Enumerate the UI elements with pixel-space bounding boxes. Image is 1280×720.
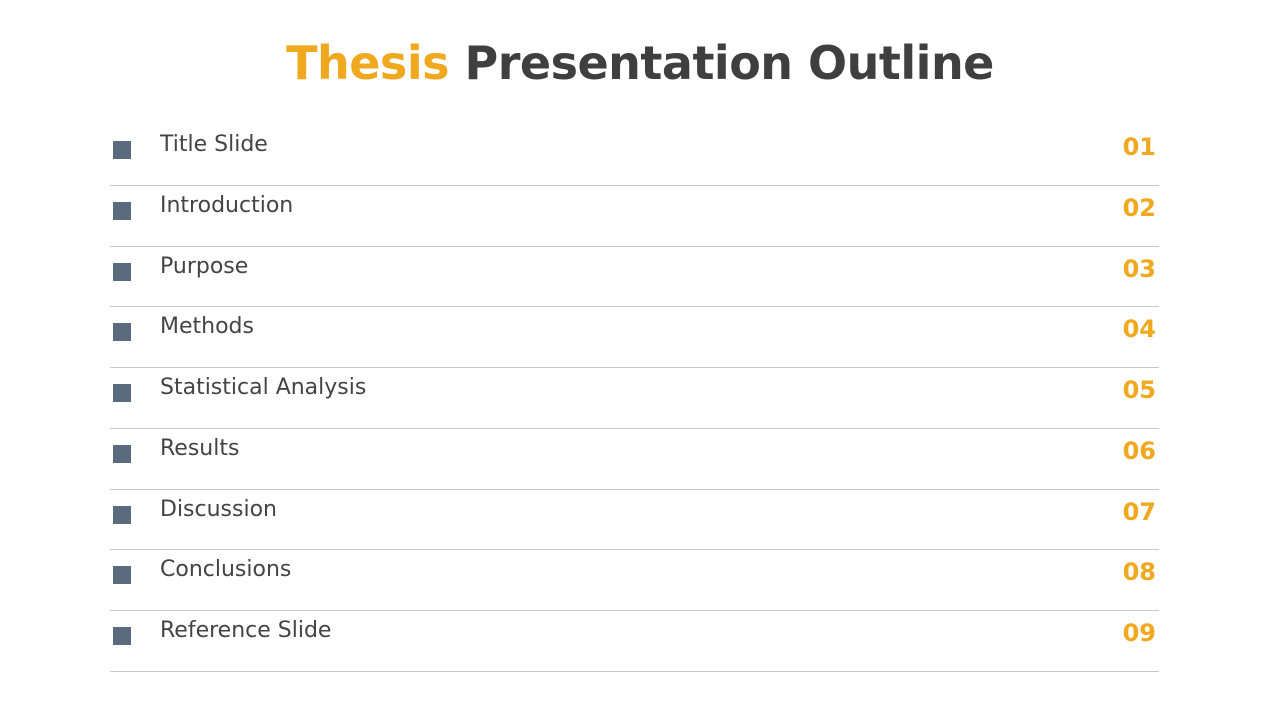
square-bullet-icon — [113, 384, 131, 402]
slide-title: Thesis Presentation Outline — [0, 36, 1280, 90]
outline-item-label: Discussion — [160, 496, 277, 522]
outline-item-label: Statistical Analysis — [160, 375, 367, 400]
outline-item-number: 06 — [1122, 436, 1156, 465]
outline-item-number: 09 — [1122, 619, 1156, 647]
square-bullet-icon — [113, 444, 131, 463]
square-bullet-icon — [113, 627, 131, 645]
outline-item-label: Purpose — [160, 253, 249, 279]
outline-item-label: Reference Slide — [160, 618, 332, 643]
outline-item: Conclusions 08 — [110, 550, 1159, 611]
outline-item: Discussion 07 — [110, 490, 1159, 551]
square-bullet-icon — [113, 323, 131, 342]
square-bullet-icon — [113, 262, 131, 281]
outline-item-number: 02 — [1122, 193, 1156, 222]
outline-item: Results 06 — [110, 429, 1159, 490]
outline-item-label: Title Slide — [160, 132, 268, 157]
outline-item-label: Introduction — [160, 192, 294, 218]
outline-list: Title Slide 01 Introduction 02 Purpose 03 M… — [110, 125, 1159, 672]
square-bullet-icon — [113, 201, 131, 220]
outline-item-number: 01 — [1122, 133, 1156, 161]
outline-item-label: Results — [160, 435, 240, 461]
outline-item-label: Methods — [160, 314, 254, 340]
outline-item: Reference Slide 09 — [110, 611, 1159, 672]
outline-item: Methods 04 — [110, 307, 1159, 368]
outline-item-number: 08 — [1122, 558, 1156, 587]
title-rest: Presentation Outline — [464, 36, 994, 90]
outline-item-number: 05 — [1122, 376, 1156, 404]
outline-item: Introduction 02 — [110, 186, 1159, 247]
outline-item-number: 07 — [1122, 497, 1156, 526]
title-accent: Thesis — [286, 36, 449, 90]
outline-item-label: Conclusions — [160, 557, 292, 583]
outline-item-number: 03 — [1122, 254, 1156, 283]
square-bullet-icon — [113, 141, 131, 159]
square-bullet-icon — [113, 505, 131, 524]
outline-item-number: 04 — [1122, 315, 1156, 344]
square-bullet-icon — [113, 566, 131, 585]
outline-item: Purpose 03 — [110, 247, 1159, 308]
outline-item: Statistical Analysis 05 — [110, 368, 1159, 429]
outline-item: Title Slide 01 — [110, 125, 1159, 186]
